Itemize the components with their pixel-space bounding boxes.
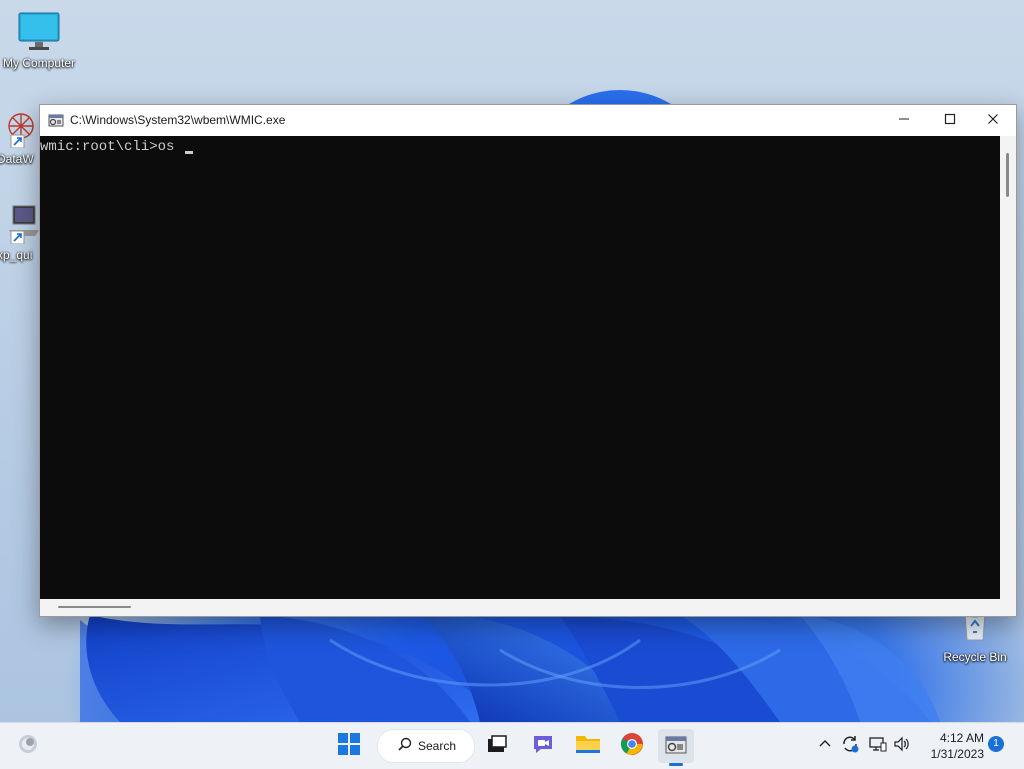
widgets-button[interactable]: [10, 729, 46, 763]
search-label: Search: [418, 739, 457, 753]
search-icon: [398, 737, 412, 756]
chevron-up-icon: [819, 737, 831, 755]
sync-update-icon: [840, 734, 860, 759]
close-icon: [987, 112, 999, 130]
console-window[interactable]: C:\Windows\System32\wbem\WMIC.exe wmic:r…: [39, 104, 1017, 617]
active-app-indicator: [669, 763, 683, 766]
show-hidden-icons-button[interactable]: [813, 729, 837, 763]
laptop-shortcut-icon: [0, 204, 43, 245]
taskbar: Search 4:12 AM 1/31/2023: [0, 722, 1024, 769]
console-output[interactable]: wmic:root\cli>os: [40, 136, 1000, 599]
maximize-button[interactable]: [927, 105, 973, 136]
desktop-icon-my-computer[interactable]: My Computer: [0, 12, 81, 70]
update-status-button[interactable]: [838, 729, 862, 763]
start-button[interactable]: [331, 729, 367, 763]
wmic-app-icon: [48, 112, 64, 128]
console-prompt: wmic:root\cli>: [40, 139, 158, 155]
folder-icon: [575, 733, 601, 760]
teams-chat-icon: [531, 732, 555, 761]
vertical-scroll-thumb[interactable]: [1006, 153, 1009, 197]
vertical-scrollbar[interactable]: [1000, 136, 1016, 599]
text-cursor: [184, 151, 193, 154]
monitor-icon: [17, 12, 61, 52]
wmic-console-icon: [664, 732, 688, 761]
windows-logo-icon: [338, 732, 360, 760]
close-button[interactable]: [970, 105, 1016, 136]
minimize-icon: [898, 112, 910, 130]
clock[interactable]: 4:12 AM 1/31/2023: [918, 730, 984, 762]
volume-button[interactable]: [890, 729, 914, 763]
task-view-icon: [486, 733, 508, 760]
file-explorer-button[interactable]: [570, 729, 606, 763]
window-title: C:\Windows\System32\wbem\WMIC.exe: [70, 113, 286, 127]
horizontal-scrollbar[interactable]: [40, 599, 1016, 616]
task-view-button[interactable]: [479, 729, 515, 763]
volume-icon: [893, 735, 911, 758]
desktop-icon-label: Recycle Bin: [943, 650, 1007, 664]
chat-button[interactable]: [525, 729, 561, 763]
network-icon: [869, 735, 887, 758]
weather-widget-icon: [16, 732, 40, 761]
clock-time: 4:12 AM: [939, 731, 984, 745]
clock-date: 1/31/2023: [930, 747, 984, 761]
notification-badge[interactable]: 1: [988, 736, 1004, 752]
chrome-button[interactable]: [614, 729, 650, 763]
datawrapper-shortcut-icon: [0, 108, 43, 149]
minimize-button[interactable]: [881, 105, 927, 136]
taskbar-search-box[interactable]: Search: [377, 729, 475, 763]
wmic-taskbar-button[interactable]: [658, 729, 694, 763]
console-input-text: os: [157, 139, 183, 155]
desktop-icon-label: My Computer: [2, 56, 76, 70]
maximize-icon: [944, 112, 956, 130]
network-button[interactable]: [866, 729, 890, 763]
window-titlebar[interactable]: C:\Windows\System32\wbem\WMIC.exe: [40, 105, 1016, 136]
horizontal-scroll-thumb[interactable]: [58, 606, 131, 608]
command-line: wmic:root\cli>os: [40, 139, 193, 155]
chrome-icon: [620, 732, 644, 761]
